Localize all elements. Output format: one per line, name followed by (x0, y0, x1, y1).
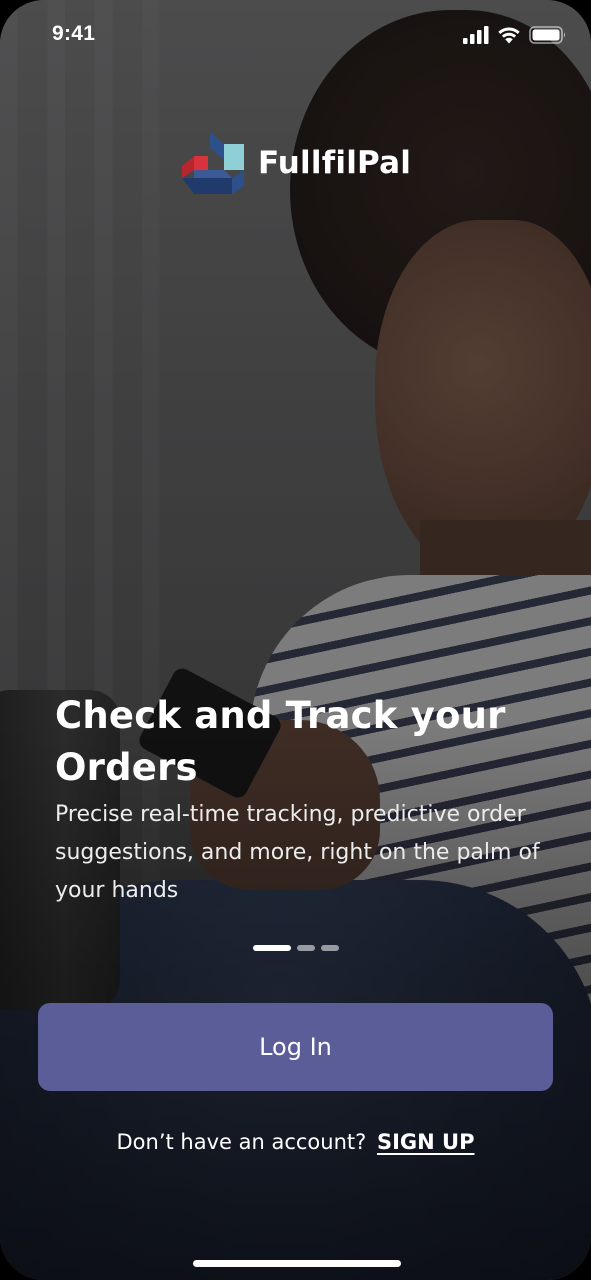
brand-logo: FullfilPal (0, 130, 591, 196)
onboarding-description: Precise real-time tracking, predictive o… (55, 802, 540, 903)
page-indicator[interactable] (0, 945, 591, 951)
page-dot-2[interactable] (296, 945, 315, 951)
page-dot-1[interactable] (252, 945, 291, 951)
onboarding-headline: Check and Track your Orders (55, 690, 555, 794)
signup-prompt: Don’t have an account? (116, 1130, 367, 1154)
fullfilpal-logo-icon (181, 132, 244, 194)
headline-line-1: Check and Track your (55, 694, 506, 737)
status-bar: 9:41 (0, 0, 591, 70)
onboarding-screen: 9:41 FullfilPal Check and Track your Ord… (0, 0, 591, 1280)
brand-name: FullfilPal (257, 145, 412, 181)
login-button[interactable]: Log In (38, 1003, 553, 1091)
home-indicator[interactable] (193, 1260, 401, 1267)
signup-row: Don’t have an account? SIGN UP (0, 1130, 591, 1154)
page-dot-3[interactable] (320, 945, 339, 951)
headline-line-2: Orders (55, 746, 198, 789)
cellular-signal-icon (463, 26, 489, 44)
wifi-icon (498, 27, 520, 44)
status-icons (463, 26, 567, 44)
status-time: 9:41 (52, 22, 96, 45)
signup-link[interactable]: SIGN UP (377, 1130, 475, 1154)
battery-icon (529, 26, 566, 44)
